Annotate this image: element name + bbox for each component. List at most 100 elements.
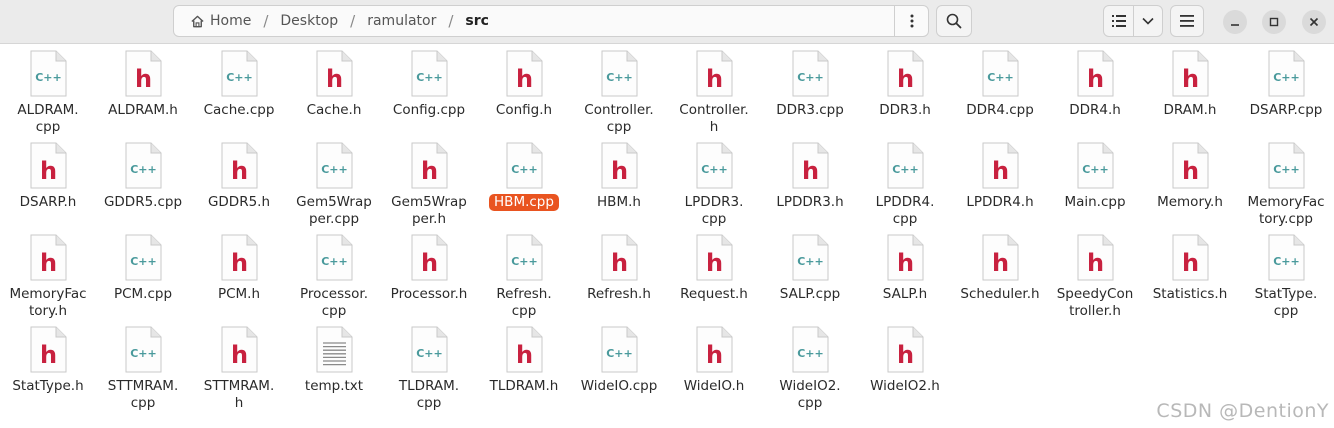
- maximize-button[interactable]: [1262, 10, 1286, 34]
- svg-text:h: h: [992, 157, 1009, 185]
- svg-text:h: h: [706, 249, 723, 277]
- file-item[interactable]: h Scheduler.h: [955, 234, 1045, 303]
- file-name: TLDRAM.h: [489, 378, 559, 394]
- file-item[interactable]: h DDR3.h: [860, 50, 950, 119]
- file-item[interactable]: C++ Config.cpp: [384, 50, 474, 119]
- svg-text:C++: C++: [701, 163, 728, 176]
- file-item[interactable]: C++ DDR4.cpp: [955, 50, 1045, 119]
- breadcrumb-desktop[interactable]: Desktop: [274, 9, 344, 33]
- file-item[interactable]: h MemoryFac tory.h: [3, 234, 93, 320]
- file-item[interactable]: C++ LPDDR3. cpp: [669, 142, 759, 228]
- file-item[interactable]: C++ PCM.cpp: [98, 234, 188, 303]
- cpp-file-icon: C++: [123, 142, 163, 190]
- file-item[interactable]: C++ WideIO2. cpp: [765, 326, 855, 412]
- file-name: Gem5Wrap per.h: [391, 194, 467, 227]
- file-item[interactable]: h Refresh.h: [574, 234, 664, 303]
- search-button[interactable]: [936, 5, 972, 37]
- file-item[interactable]: h STTMRAM. h: [194, 326, 284, 412]
- header-file-icon: h: [504, 50, 544, 98]
- file-item[interactable]: C++ Cache.cpp: [194, 50, 284, 119]
- file-name: HBM.h: [597, 194, 641, 210]
- file-item[interactable]: h Statistics.h: [1145, 234, 1235, 303]
- file-item[interactable]: C++ Main.cpp: [1050, 142, 1140, 211]
- file-item[interactable]: C++ WideIO.cpp: [574, 326, 664, 395]
- file-name: Statistics.h: [1152, 286, 1228, 302]
- svg-text:C++: C++: [1273, 255, 1300, 268]
- file-item[interactable]: h Processor.h: [384, 234, 474, 303]
- file-item[interactable]: h DRAM.h: [1145, 50, 1235, 119]
- file-item[interactable]: h LPDDR3.h: [765, 142, 855, 211]
- file-item[interactable]: C++ MemoryFac tory.cpp: [1241, 142, 1331, 228]
- header-file-icon: h: [1170, 50, 1210, 98]
- file-item[interactable]: h Gem5Wrap per.h: [384, 142, 474, 228]
- path-bar: Home / Desktop / ramulator / src: [173, 5, 929, 37]
- svg-text:C++: C++: [987, 71, 1014, 84]
- breadcrumb-label: ramulator: [367, 13, 437, 29]
- file-item[interactable]: C++ Gem5Wrap per.cpp: [289, 142, 379, 228]
- file-item[interactable]: h LPDDR4.h: [955, 142, 1045, 211]
- file-item[interactable]: C++ ALDRAM. cpp: [3, 50, 93, 136]
- file-item[interactable]: C++ HBM.cpp: [479, 142, 569, 211]
- file-item[interactable]: C++ Refresh. cpp: [479, 234, 569, 320]
- file-name: Request.h: [680, 286, 748, 302]
- list-view-button[interactable]: [1104, 6, 1133, 36]
- file-item[interactable]: h DSARP.h: [3, 142, 93, 211]
- main-menu-button[interactable]: [1170, 5, 1204, 37]
- minimize-icon: [1231, 24, 1239, 26]
- file-item[interactable]: C++ DDR3.cpp: [765, 50, 855, 119]
- breadcrumb: Home / Desktop / ramulator / src: [174, 6, 894, 36]
- file-item[interactable]: h WideIO2.h: [860, 326, 950, 395]
- file-item[interactable]: C++ LPDDR4. cpp: [860, 142, 950, 228]
- path-menu-button[interactable]: [894, 6, 928, 36]
- file-item[interactable]: C++ STTMRAM. cpp: [98, 326, 188, 412]
- file-item[interactable]: h TLDRAM.h: [479, 326, 569, 395]
- svg-text:h: h: [1182, 249, 1199, 277]
- file-item[interactable]: h Config.h: [479, 50, 569, 119]
- file-item[interactable]: h Cache.h: [289, 50, 379, 119]
- file-name: Config.h: [495, 102, 553, 118]
- svg-text:h: h: [40, 157, 57, 185]
- close-icon: [1309, 17, 1319, 27]
- close-button[interactable]: [1302, 10, 1326, 34]
- svg-text:C++: C++: [1273, 163, 1300, 176]
- file-item[interactable]: h SpeedyCon troller.h: [1050, 234, 1140, 320]
- file-name: Config.cpp: [392, 102, 466, 118]
- file-item[interactable]: C++ Processor. cpp: [289, 234, 379, 320]
- breadcrumb-home[interactable]: Home: [184, 9, 257, 33]
- breadcrumb-src[interactable]: src: [459, 9, 495, 33]
- file-item[interactable]: h Controller. h: [669, 50, 759, 136]
- file-item[interactable]: h DDR4.h: [1050, 50, 1140, 119]
- file-item[interactable]: h SALP.h: [860, 234, 950, 303]
- breadcrumb-label: Home: [210, 13, 252, 29]
- svg-text:h: h: [802, 157, 819, 185]
- file-item[interactable]: h ALDRAM.h: [98, 50, 188, 119]
- header-file-icon: h: [694, 50, 734, 98]
- view-options-button[interactable]: [1133, 6, 1162, 36]
- file-item[interactable]: h StatType.h: [3, 326, 93, 395]
- file-item[interactable]: C++ StatType. cpp: [1241, 234, 1331, 320]
- file-item[interactable]: h Memory.h: [1145, 142, 1235, 211]
- header-file-icon: h: [219, 142, 259, 190]
- file-name: DDR3.h: [879, 102, 931, 118]
- minimize-button[interactable]: [1223, 10, 1247, 34]
- file-name: DDR4.h: [1069, 102, 1121, 118]
- file-item[interactable]: h GDDR5.h: [194, 142, 284, 211]
- cpp-file-icon: C++: [504, 234, 544, 282]
- file-item[interactable]: C++ Controller. cpp: [574, 50, 664, 136]
- breadcrumb-separator: /: [448, 12, 454, 30]
- svg-text:h: h: [897, 249, 914, 277]
- breadcrumb-ramulator[interactable]: ramulator: [361, 9, 442, 33]
- cpp-file-icon: C++: [599, 326, 639, 374]
- file-item[interactable]: h Request.h: [669, 234, 759, 303]
- file-item[interactable]: h PCM.h: [194, 234, 284, 303]
- file-item[interactable]: h HBM.h: [574, 142, 664, 211]
- file-item[interactable]: C++ DSARP.cpp: [1241, 50, 1331, 119]
- file-item[interactable]: h WideIO.h: [669, 326, 759, 395]
- file-item[interactable]: C++ TLDRAM. cpp: [384, 326, 474, 412]
- watermark: CSDN @DentionY: [1156, 400, 1329, 422]
- header-file-icon: h: [599, 142, 639, 190]
- file-item[interactable]: temp.txt: [289, 326, 379, 395]
- file-item[interactable]: C++ SALP.cpp: [765, 234, 855, 303]
- header-file-icon: h: [1075, 234, 1115, 282]
- file-item[interactable]: C++ GDDR5.cpp: [98, 142, 188, 211]
